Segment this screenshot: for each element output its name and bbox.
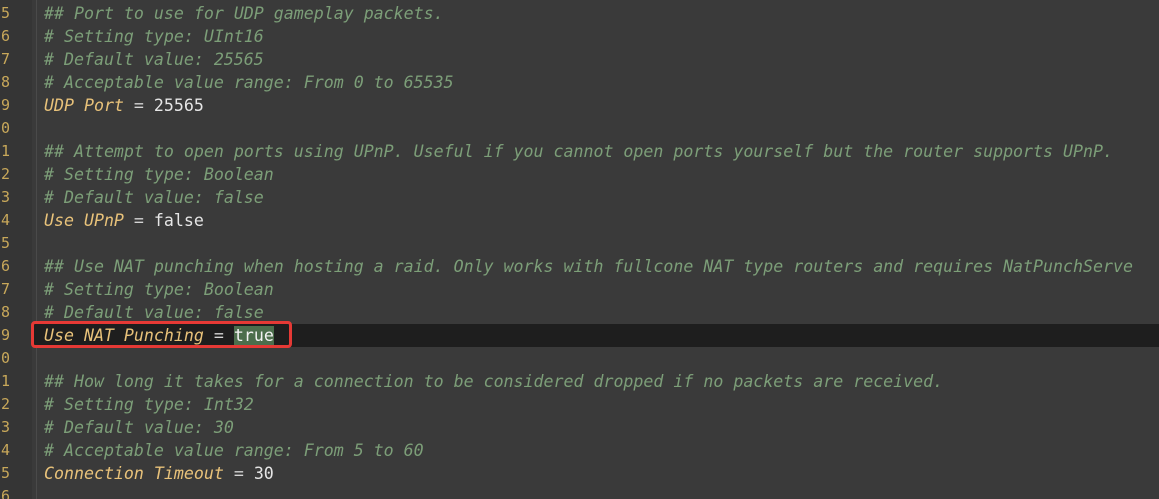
setting-line[interactable]: UDP Port = 25565 <box>44 94 1159 117</box>
comment-line[interactable]: # Default value: 25565 <box>44 48 1159 71</box>
assignment-operator: = <box>123 96 154 115</box>
line-number: 0 <box>0 119 10 137</box>
line-number: 5 <box>0 234 10 252</box>
comment-text: # Setting type: UInt16 <box>44 27 264 46</box>
comment-line[interactable]: ## Attempt to open ports using UPnP. Use… <box>44 140 1159 163</box>
line-number: 8 <box>0 73 10 91</box>
line-number: 6 <box>0 257 10 275</box>
comment-text: # Acceptable value range: From 5 to 60 <box>44 441 424 460</box>
comment-line[interactable]: ## Use NAT punching when hosting a raid.… <box>44 255 1159 278</box>
line-number: 5 <box>0 4 10 22</box>
comment-line[interactable]: ## Port to use for UDP gameplay packets. <box>44 2 1159 25</box>
comment-text: # Default value: false <box>44 303 264 322</box>
blank-line[interactable] <box>44 485 1159 499</box>
comment-line[interactable]: # Setting type: Boolean <box>44 278 1159 301</box>
comment-line[interactable]: # Setting type: UInt16 <box>44 25 1159 48</box>
line-number: 6 <box>0 27 10 45</box>
line-number: 4 <box>0 211 10 229</box>
code-editor[interactable]: 5 6 7 8 9 0 1 2 3 4 5 6 7 8 9 0 1 2 3 4 5 6 ## Port to use fo… <box>0 0 1159 499</box>
line-number: 9 <box>0 326 10 344</box>
comment-text: # Setting type: Boolean <box>44 165 274 184</box>
setting-value-selected[interactable]: true <box>233 326 274 345</box>
assignment-operator: = <box>203 326 234 345</box>
line-number: 1 <box>0 372 10 390</box>
comment-line[interactable]: # Acceptable value range: From 5 to 60 <box>44 439 1159 462</box>
line-number-gutter: 5 6 7 8 9 0 1 2 3 4 5 6 7 8 9 0 1 2 3 4 5 6 <box>0 0 32 499</box>
comment-line[interactable]: ## How long it takes for a connection to… <box>44 370 1159 393</box>
line-number: 9 <box>0 96 10 114</box>
line-number: 7 <box>0 50 10 68</box>
comment-text: # Default value: 30 <box>44 418 234 437</box>
setting-line[interactable]: Use UPnP = false <box>44 209 1159 232</box>
line-number: 2 <box>0 165 10 183</box>
indent-guide <box>36 0 37 499</box>
comment-text: ## Attempt to open ports using UPnP. Use… <box>44 142 1113 161</box>
setting-key: UDP Port <box>44 96 124 115</box>
setting-key: Use UPnP <box>44 211 124 230</box>
comment-text: # Default value: false <box>44 188 264 207</box>
comment-line[interactable]: # Default value: false <box>44 301 1159 324</box>
comment-line[interactable]: # Default value: false <box>44 186 1159 209</box>
setting-key: Use NAT Punching <box>44 326 204 345</box>
comment-text: ## Port to use for UDP gameplay packets. <box>44 4 444 23</box>
comment-text: ## How long it takes for a connection to… <box>44 372 944 391</box>
line-number: 3 <box>0 418 10 436</box>
blank-line[interactable] <box>44 117 1159 140</box>
setting-key: Connection Timeout <box>44 464 224 483</box>
comment-line[interactable]: # Setting type: Int32 <box>44 393 1159 416</box>
setting-line[interactable]: Connection Timeout = 30 <box>44 462 1159 485</box>
assignment-operator: = <box>223 464 254 483</box>
comment-line[interactable]: # Acceptable value range: From 0 to 6553… <box>44 71 1159 94</box>
line-number: 5 <box>0 464 10 482</box>
comment-line[interactable]: # Default value: 30 <box>44 416 1159 439</box>
blank-line[interactable] <box>44 232 1159 255</box>
line-number: 4 <box>0 441 10 459</box>
comment-text: # Setting type: Int32 <box>44 395 254 414</box>
line-number: 8 <box>0 303 10 321</box>
line-number: 6 <box>0 487 10 499</box>
assignment-operator: = <box>123 211 154 230</box>
comment-text: # Setting type: Boolean <box>44 280 274 299</box>
setting-value[interactable]: false <box>154 211 204 230</box>
comment-text: # Acceptable value range: From 0 to 6553… <box>44 73 454 92</box>
comment-text: # Default value: 25565 <box>44 50 264 69</box>
line-number: 3 <box>0 188 10 206</box>
setting-value[interactable]: 30 <box>254 464 274 483</box>
blank-line[interactable] <box>44 347 1159 370</box>
setting-line[interactable]: Use NAT Punching = true <box>32 324 1159 347</box>
line-number: 1 <box>0 142 10 160</box>
comment-line[interactable]: # Setting type: Boolean <box>44 163 1159 186</box>
comment-text: ## Use NAT punching when hosting a raid.… <box>44 257 1133 276</box>
setting-value[interactable]: 25565 <box>154 96 204 115</box>
line-number: 7 <box>0 280 10 298</box>
line-number: 2 <box>0 395 10 413</box>
line-number: 0 <box>0 349 10 367</box>
